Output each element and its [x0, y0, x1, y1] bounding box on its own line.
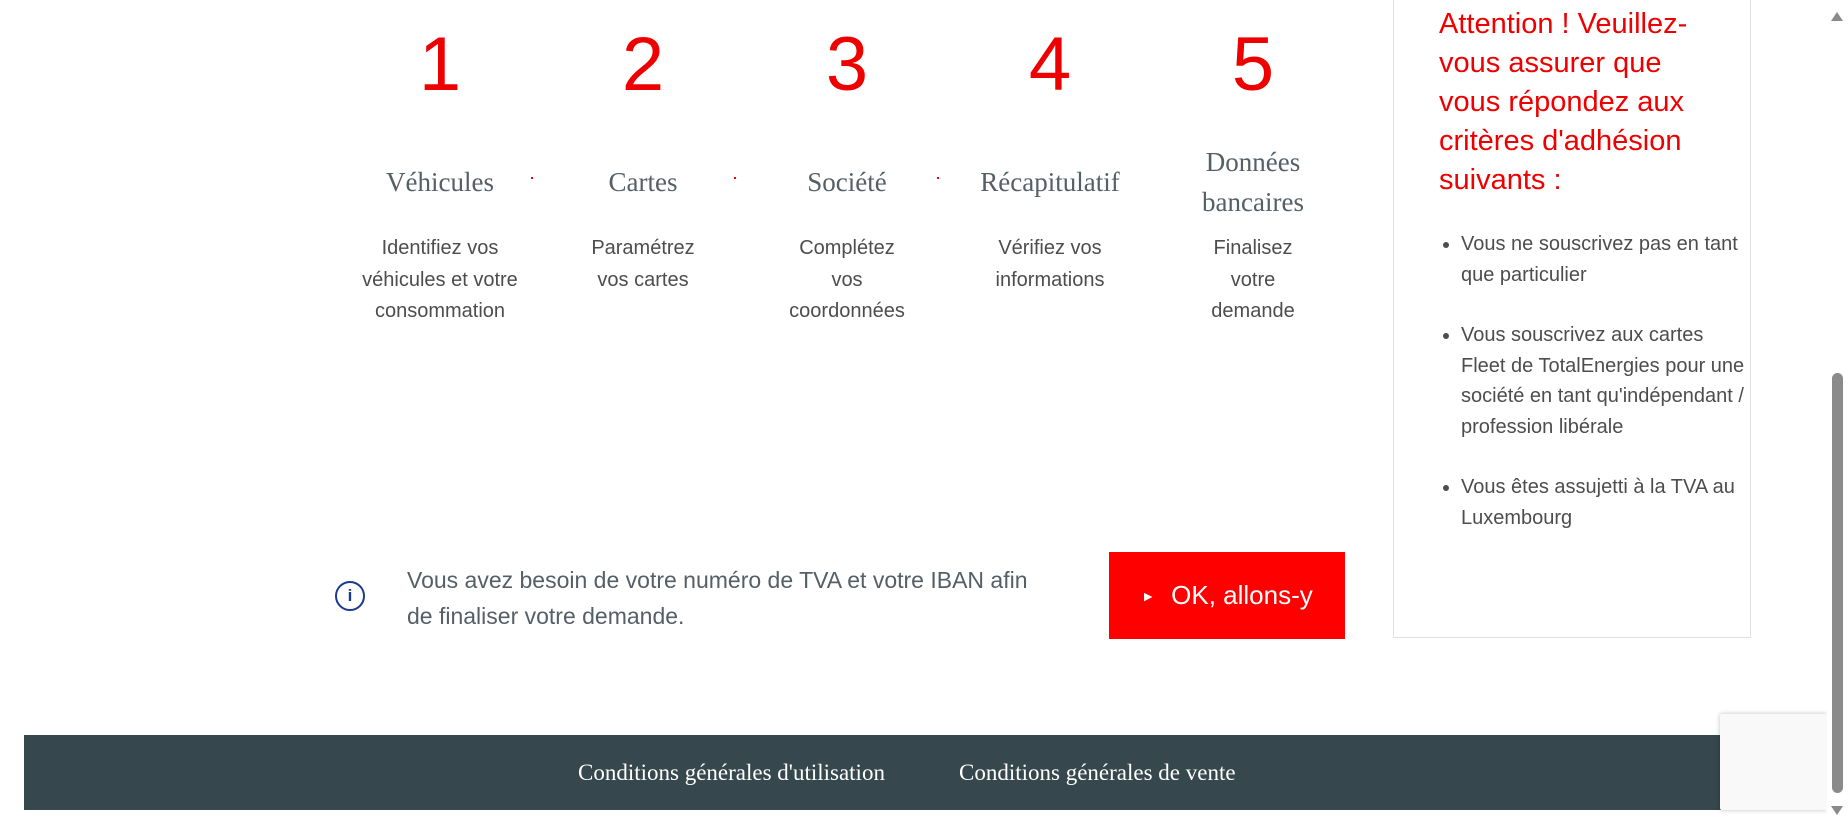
step-description: Paramétrez vos cartes [591, 237, 695, 291]
step-title: Société [807, 167, 887, 197]
info-notice: i Vous avez besoin de votre numéro de TV… [335, 562, 1055, 638]
step-number: 5 [1231, 22, 1275, 107]
cta-label: OK, allons-y [1171, 580, 1313, 610]
footer: Conditions générales d'utilisation Condi… [24, 735, 1801, 810]
step-separator-dot [734, 177, 736, 179]
step-number: 3 [825, 22, 869, 107]
step-title: Cartes [608, 167, 678, 197]
scroll-down-arrow-icon[interactable] [1831, 806, 1843, 815]
page: 1 Véhicules Identifiez vos véhicules et … [0, 0, 1848, 827]
scrollbar-thumb[interactable] [1832, 373, 1843, 793]
panel-title: Attention ! Veuillez-vous assurer que vo… [1439, 8, 1688, 196]
step-separator-dot [531, 177, 533, 179]
step-description: Complétez vos coordonnées [789, 237, 905, 322]
step-number: 2 [621, 22, 665, 107]
page-scrollbar[interactable] [1827, 0, 1848, 827]
play-arrow-icon: ► [1141, 587, 1156, 604]
criteria-list: Vous ne souscrivez pas en tant que parti… [1439, 229, 1751, 563]
step-title: Données bancaires [1202, 147, 1304, 217]
footer-link-cgv[interactable]: Conditions générales de vente [959, 735, 1236, 810]
info-text: Vous avez besoin de votre numéro de TVA … [407, 567, 1028, 629]
recaptcha-badge[interactable] [1720, 714, 1827, 810]
eligibility-criteria-panel: Attention ! Veuillez-vous assurer que vo… [1393, 0, 1751, 638]
step-description: Identifiez vos véhicules et votre consom… [362, 237, 518, 322]
footer-link-cgu[interactable]: Conditions générales d'utilisation [578, 735, 885, 810]
step-description: Vérifiez vos informations [995, 237, 1105, 291]
criteria-item: Vous êtes assujetti à la TVA au Luxembou… [1461, 472, 1751, 533]
step-title: Récapitulatif [980, 167, 1120, 197]
criteria-item: Vous ne souscrivez pas en tant que parti… [1461, 229, 1751, 290]
step-description: Finalisez votre demande [1211, 237, 1295, 322]
info-icon: i [335, 581, 365, 611]
criteria-item: Vous souscrivez aux cartes Fleet de Tota… [1461, 320, 1751, 442]
step-number: 4 [1028, 22, 1072, 107]
step-separator-dot [937, 177, 939, 179]
scroll-up-arrow-icon[interactable] [1831, 12, 1843, 21]
ok-allons-y-button[interactable]: ► OK, allons-y [1109, 552, 1345, 639]
step-number: 1 [418, 22, 462, 107]
step-title: Véhicules [386, 167, 494, 197]
steps-list: 1 Véhicules Identifiez vos véhicules et … [350, 0, 1350, 420]
